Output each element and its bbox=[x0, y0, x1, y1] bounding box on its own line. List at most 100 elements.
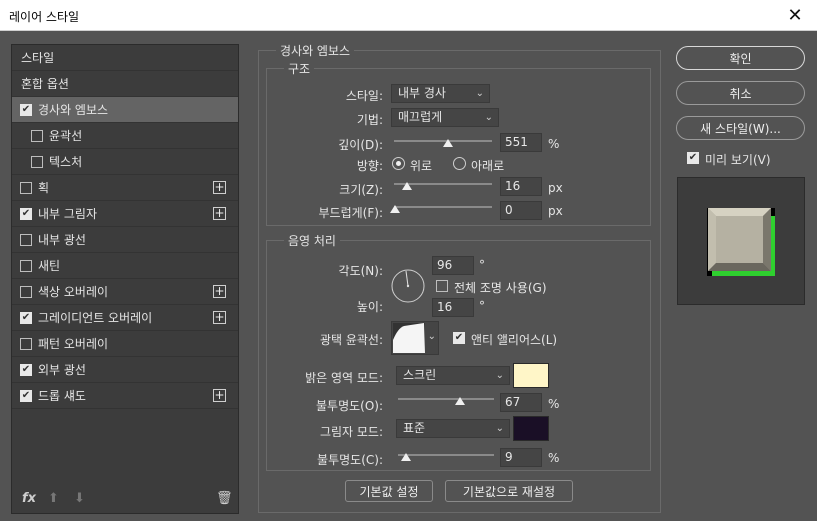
soften-slider-thumb[interactable] bbox=[390, 205, 400, 213]
highlight-opacity-unit: % bbox=[548, 397, 560, 411]
antialias-checkbox[interactable]: ✔ bbox=[453, 332, 465, 344]
style-item-checkbox[interactable] bbox=[20, 181, 32, 194]
style-item[interactable]: 텍스처 bbox=[12, 149, 238, 175]
depth-input[interactable]: 551 bbox=[500, 133, 542, 152]
style-item-checkbox[interactable] bbox=[31, 129, 43, 142]
style-item-label: 텍스처 bbox=[49, 155, 83, 169]
direction-up-label: 위로 bbox=[410, 159, 433, 173]
angle-input[interactable]: 96 bbox=[432, 256, 474, 275]
highlight-color-swatch[interactable] bbox=[513, 363, 549, 388]
style-item-checkbox[interactable]: ✔ bbox=[20, 103, 32, 116]
gloss-contour-label: 광택 윤곽선: bbox=[319, 333, 383, 347]
technique-dropdown[interactable]: 매끄럽게 ⌄ bbox=[391, 108, 499, 127]
style-dropdown[interactable]: 내부 경사 ⌄ bbox=[391, 84, 490, 103]
highlight-opacity-input[interactable]: 67 bbox=[500, 393, 542, 412]
highlight-mode-dropdown[interactable]: 스크린 ⌄ bbox=[396, 366, 510, 385]
style-item-checkbox[interactable] bbox=[20, 337, 32, 350]
size-slider-thumb[interactable] bbox=[402, 182, 412, 190]
shadow-opacity-thumb[interactable] bbox=[401, 453, 411, 461]
antialias-label: 앤티 앨리어스(L) bbox=[471, 333, 558, 347]
shadow-opacity-slider[interactable] bbox=[398, 454, 494, 456]
style-item-checkbox[interactable]: ✔ bbox=[20, 389, 32, 402]
highlight-opacity-label: 불투명도(O): bbox=[315, 399, 383, 413]
style-item-checkbox[interactable]: ✔ bbox=[20, 311, 32, 324]
preview-label: 미리 보기(V) bbox=[705, 153, 771, 167]
direction-up-radio[interactable] bbox=[392, 157, 405, 170]
highlight-opacity-slider[interactable] bbox=[398, 398, 494, 400]
add-effect-plus-icon[interactable]: + bbox=[213, 181, 226, 194]
soften-slider[interactable] bbox=[394, 206, 492, 208]
ok-button[interactable]: 확인 bbox=[676, 46, 805, 70]
style-item[interactable]: ✔ 내부 그림자 + bbox=[12, 201, 238, 227]
trash-icon[interactable]: 🗑 bbox=[216, 491, 233, 506]
shadow-mode-label: 그림자 모드: bbox=[319, 425, 383, 439]
highlight-mode-label: 밝은 영역 모드: bbox=[305, 371, 383, 385]
soften-label: 부드럽게(F): bbox=[318, 206, 383, 220]
move-down-icon[interactable]: ⬇ bbox=[74, 491, 85, 506]
style-item[interactable]: ✔ 경사와 엠보스 bbox=[12, 97, 238, 123]
styles-header-item[interactable]: 스타일 bbox=[12, 45, 238, 71]
style-item[interactable]: ✔ 외부 광선 bbox=[12, 357, 238, 383]
new-style-button[interactable]: 새 스타일(W)... bbox=[676, 116, 805, 140]
altitude-input[interactable]: 16 bbox=[432, 298, 474, 317]
style-item-checkbox[interactable] bbox=[20, 233, 32, 246]
make-default-button[interactable]: 기본값 설정 bbox=[345, 480, 433, 502]
soften-input[interactable]: 0 bbox=[500, 201, 542, 220]
add-effect-plus-icon[interactable]: + bbox=[213, 207, 226, 220]
fx-icon[interactable]: fx bbox=[22, 491, 36, 506]
style-item[interactable]: ✔ 드롭 섀도 + bbox=[12, 383, 238, 409]
contour-preview-icon bbox=[393, 323, 425, 353]
style-item[interactable]: ✔ 그레이디언트 오버레이 + bbox=[12, 305, 238, 331]
move-up-icon[interactable]: ⬆ bbox=[48, 491, 59, 506]
style-item-label: 새틴 bbox=[38, 259, 61, 273]
cancel-button[interactable]: 취소 bbox=[676, 81, 805, 105]
size-unit: px bbox=[548, 181, 563, 195]
add-effect-plus-icon[interactable]: + bbox=[213, 389, 226, 402]
structure-title: 구조 bbox=[284, 60, 315, 77]
blending-options-item[interactable]: 혼합 옵션 bbox=[12, 71, 238, 97]
technique-value: 매끄럽게 bbox=[398, 110, 443, 124]
highlight-opacity-thumb[interactable] bbox=[455, 397, 465, 405]
style-item[interactable]: 패턴 오버레이 bbox=[12, 331, 238, 357]
depth-slider-thumb[interactable] bbox=[443, 139, 453, 147]
direction-down-radio[interactable] bbox=[453, 157, 466, 170]
styles-list-panel: 스타일 혼합 옵션 ✔ 경사와 엠보스윤곽선텍스처획 + ✔ 내부 그림자 + 내부 광선새… bbox=[11, 44, 239, 514]
direction-down-label: 아래로 bbox=[471, 159, 505, 173]
technique-label: 기법: bbox=[356, 113, 383, 127]
size-input[interactable]: 16 bbox=[500, 177, 542, 196]
style-item-checkbox[interactable]: ✔ bbox=[20, 207, 32, 220]
style-item-checkbox[interactable] bbox=[31, 155, 43, 168]
angle-degree: ° bbox=[479, 258, 485, 272]
angle-dial-icon[interactable] bbox=[390, 268, 426, 304]
style-item[interactable]: 새틴 bbox=[12, 253, 238, 279]
shadow-color-swatch[interactable] bbox=[513, 416, 549, 441]
close-icon[interactable]: ✕ bbox=[773, 0, 817, 31]
bevel-emboss-title: 경사와 엠보스 bbox=[276, 42, 355, 59]
gloss-contour-picker[interactable]: ⌄ bbox=[391, 321, 439, 355]
style-item-checkbox[interactable] bbox=[20, 259, 32, 272]
style-item-label: 드롭 섀도 bbox=[38, 389, 86, 403]
style-item[interactable]: 획 + bbox=[12, 175, 238, 201]
chevron-down-icon: ⌄ bbox=[427, 331, 436, 342]
style-item[interactable]: 윤곽선 bbox=[12, 123, 238, 149]
shadow-opacity-input[interactable]: 9 bbox=[500, 448, 542, 467]
chevron-down-icon: ⌄ bbox=[495, 423, 504, 434]
chevron-down-icon: ⌄ bbox=[484, 112, 493, 123]
style-item[interactable]: 색상 오버레이 + bbox=[12, 279, 238, 305]
altitude-label: 높이: bbox=[356, 300, 383, 314]
reset-default-button[interactable]: 기본값으로 재설정 bbox=[445, 480, 573, 502]
global-light-checkbox[interactable] bbox=[436, 280, 448, 292]
shadow-opacity-label: 불투명도(C): bbox=[317, 453, 383, 467]
style-item-checkbox[interactable] bbox=[20, 285, 32, 298]
shadow-mode-dropdown[interactable]: 표준 ⌄ bbox=[396, 419, 510, 438]
style-item-label: 외부 광선 bbox=[38, 363, 86, 377]
add-effect-plus-icon[interactable]: + bbox=[213, 285, 226, 298]
altitude-degree: ° bbox=[479, 299, 485, 313]
style-item-label: 윤곽선 bbox=[49, 129, 83, 143]
preview-checkbox[interactable]: ✔ bbox=[687, 152, 699, 164]
shading-title: 음영 처리 bbox=[284, 232, 340, 249]
add-effect-plus-icon[interactable]: + bbox=[213, 311, 226, 324]
style-item[interactable]: 내부 광선 bbox=[12, 227, 238, 253]
style-item-checkbox[interactable]: ✔ bbox=[20, 363, 32, 376]
preview-thumbnail bbox=[707, 208, 775, 276]
